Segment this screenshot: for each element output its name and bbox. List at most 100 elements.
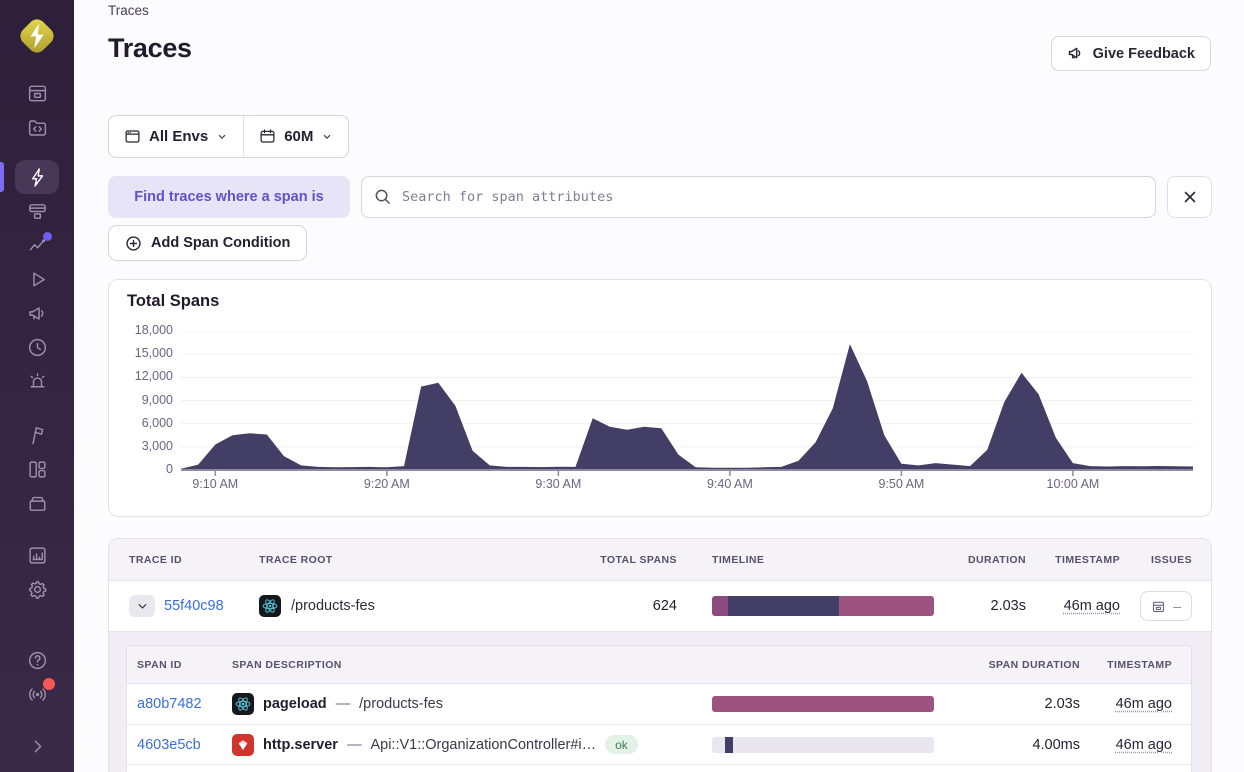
trace-expander-button[interactable] [129, 595, 155, 617]
span-timestamp: 46m ago [1115, 736, 1172, 753]
col-span-description: SPAN DESCRIPTION [232, 658, 342, 671]
chart-title: Total Spans [127, 292, 220, 310]
give-feedback-button[interactable]: Give Feedback [1050, 36, 1211, 71]
col-span-timestamp: TIMESTAMP [1107, 658, 1172, 671]
y-tick-label: 12,000 [134, 369, 173, 384]
trace-root-label: /products-fes [291, 598, 375, 614]
explore-icon [28, 119, 46, 136]
span-row: a80b7482 pageload — /products-fes 2.03s … [127, 684, 1191, 724]
x-tick-label: 9:50 AM [878, 477, 925, 491]
page-title: Traces [108, 33, 192, 63]
sidebar-item-alerts[interactable] [15, 364, 59, 398]
x-tick-label: 9:30 AM [535, 477, 582, 491]
sidebar-item-feedback[interactable] [15, 296, 59, 330]
sidebar-item-replays[interactable] [15, 262, 59, 296]
chevron-down-icon [138, 603, 146, 609]
sentry-logo-icon [20, 19, 54, 53]
span-op: pageload [263, 696, 327, 712]
trace-duration-value: 2.03s [990, 598, 1026, 614]
nav-group-tools [15, 538, 59, 606]
chevron-down-icon [324, 134, 331, 139]
col-total-spans: TOTAL SPANS [600, 553, 677, 566]
alerts-icon [30, 372, 44, 387]
spans-table: SPAN ID SPAN DESCRIPTION SPAN DURATION T… [126, 645, 1192, 772]
x-tick-label: 9:40 AM [706, 477, 753, 491]
span-row: 4603e5cb http.server — Api::V1::Organiza… [127, 724, 1191, 764]
total-spans-chart-panel: Total Spans 18,000 15,000 12,000 9,000 6… [108, 279, 1212, 517]
react-icon [259, 595, 281, 617]
span-op: http.server [263, 736, 338, 753]
span-description: Api::V1::OrganizationController#i… [370, 736, 597, 753]
ruby-icon [232, 733, 254, 756]
spans-table-header: SPAN ID SPAN DESCRIPTION SPAN DURATION T… [127, 646, 1191, 684]
col-duration: DURATION [968, 553, 1026, 566]
col-span-id: SPAN ID [137, 658, 182, 671]
span-duration-value: 2.03s [1044, 696, 1080, 712]
span-duration-bar [712, 696, 934, 712]
x-tick-label: 10:00 AM [1046, 477, 1100, 491]
search-icon [375, 189, 390, 204]
issues-icon [28, 85, 46, 101]
chart-y-labels: 18,000 15,000 12,000 9,000 6,000 3,000 0 [109, 323, 173, 479]
time-range-filter-value: 60M [284, 128, 314, 145]
time-range-filter-button[interactable]: 60M [244, 116, 348, 157]
separator: — [346, 736, 362, 753]
traces-table-header: TRACE ID TRACE ROOT TOTAL SPANS TIMELINE… [109, 539, 1211, 581]
clear-search-button[interactable] [1167, 176, 1212, 218]
total-spans-plot [181, 330, 1193, 479]
sidebar-item-dashboards[interactable] [15, 452, 59, 486]
insights-notification-dot [43, 232, 52, 241]
page-filter-bar: All Envs 60M [108, 115, 350, 158]
sidebar-item-explore[interactable] [15, 110, 59, 144]
nav-group-bottom [15, 643, 59, 711]
add-span-condition-button[interactable]: Add Span Condition [108, 225, 308, 261]
span-id-link[interactable]: a80b7482 [137, 696, 232, 712]
sidebar-item-stats[interactable] [15, 538, 59, 572]
add-span-condition-label: Add Span Condition [151, 235, 291, 251]
y-tick-label: 18,000 [134, 323, 173, 337]
x-tick-label: 9:10 AM [192, 477, 239, 491]
trace-issues-button[interactable]: – [1140, 591, 1192, 621]
issues-count: – [1173, 598, 1181, 614]
traces-icon [31, 167, 43, 187]
y-tick-label: 9,000 [141, 392, 173, 407]
sidebar-item-insights[interactable] [15, 228, 59, 262]
y-tick-label: 3,000 [141, 438, 173, 453]
sidebar-collapse[interactable] [15, 729, 59, 763]
react-icon [232, 693, 254, 715]
sidebar-item-releases[interactable] [15, 330, 59, 364]
archive-icon [1153, 601, 1165, 612]
y-tick-label: 0 [166, 462, 173, 476]
sidebar-item-flags[interactable] [15, 418, 59, 452]
releases-icon [28, 338, 46, 356]
x-tick-label: 9:20 AM [363, 477, 410, 491]
col-timeline: TIMELINE [712, 553, 765, 566]
breadcrumb[interactable]: Traces [108, 3, 149, 18]
sidebar-item-settings[interactable] [15, 572, 59, 606]
sidebar-item-whats-new[interactable] [15, 677, 59, 711]
sidebar-item-help[interactable] [15, 643, 59, 677]
dashboards-icon [28, 460, 46, 478]
sidebar-item-traces[interactable] [15, 160, 59, 194]
sidebar-item-issues[interactable] [15, 76, 59, 110]
separator: — [335, 696, 351, 712]
span-description: /products-fes [359, 696, 443, 712]
close-icon [1184, 191, 1195, 203]
span-search-row: Find traces where a span is [108, 176, 1212, 218]
trace-id-link[interactable]: 55f40c98 [164, 598, 224, 614]
main-content: Traces Traces Give Feedback All Envs 60M… [74, 0, 1244, 772]
col-span-duration: SPAN DURATION [988, 658, 1080, 671]
sidebar-item-profiling[interactable] [15, 194, 59, 228]
environment-filter-button[interactable]: All Envs [109, 116, 243, 157]
calendar-icon [260, 129, 275, 143]
give-feedback-label: Give Feedback [1092, 45, 1195, 62]
total-spans-value: 624 [652, 598, 677, 614]
trace-timestamp: 46m ago [1063, 598, 1120, 614]
span-timestamp: 46m ago [1115, 696, 1172, 712]
sentry-logo[interactable] [15, 14, 59, 76]
span-id-link[interactable]: 4603e5cb [137, 737, 232, 753]
sidebar-item-projects[interactable] [15, 486, 59, 520]
trace-timeline-bar [712, 596, 934, 616]
megaphone-icon [1068, 47, 1080, 59]
span-attributes-search-input[interactable] [361, 176, 1156, 218]
